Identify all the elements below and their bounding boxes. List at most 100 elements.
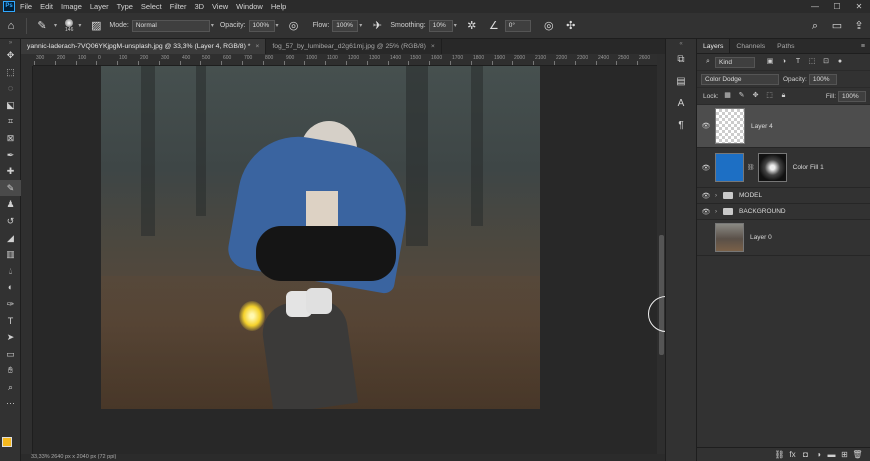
smoothing-field[interactable]: 10% <box>428 19 453 32</box>
eye-icon[interactable]: 👁︎ <box>697 164 715 172</box>
angle-field[interactable]: 0° <box>504 19 531 32</box>
marquee-tool-icon[interactable]: ⬚ <box>0 64 21 81</box>
symmetry-icon[interactable]: ✣ <box>563 18 579 34</box>
layer-opacity-field[interactable]: 100% <box>808 73 837 85</box>
clone-stamp-tool-icon[interactable]: ♟ <box>0 196 21 213</box>
new-layer-icon[interactable]: ⊞ <box>838 450 851 459</box>
healing-brush-tool-icon[interactable]: ✚ <box>0 163 21 180</box>
character-panel-icon[interactable]: A <box>666 93 696 115</box>
chevron-down-icon[interactable]: ▾ <box>276 22 279 29</box>
pixel-filter-icon[interactable]: ▣ <box>765 57 775 67</box>
crop-tool-icon[interactable]: ⌗ <box>0 113 21 130</box>
filter-toggle-icon[interactable]: ● <box>835 57 845 67</box>
search-icon[interactable]: ⌕ <box>807 18 823 34</box>
tab-paths[interactable]: Paths <box>771 39 800 53</box>
fx-icon[interactable]: fx <box>786 450 799 459</box>
canvas-area[interactable] <box>33 66 657 454</box>
minimize-button[interactable]: — <box>804 0 826 13</box>
chevron-right-icon[interactable]: › <box>715 193 723 199</box>
menu-file[interactable]: File <box>20 2 32 11</box>
panel-menu-icon[interactable]: ≡ <box>856 39 870 53</box>
layer-name[interactable]: Layer 0 <box>750 234 772 241</box>
hand-tool-icon[interactable]: ✋︎ <box>0 362 21 379</box>
lasso-tool-icon[interactable]: ◌ <box>0 80 21 97</box>
eye-icon[interactable]: 👁︎ <box>697 192 715 200</box>
kind-filter-select[interactable]: Kind <box>715 56 755 68</box>
object-select-tool-icon[interactable]: ⬕ <box>0 97 21 114</box>
eraser-tool-icon[interactable]: ◢ <box>0 230 21 247</box>
type-tool-icon[interactable]: T <box>0 313 21 330</box>
eye-hidden-icon[interactable]: 👁︎ <box>697 234 715 242</box>
trash-icon[interactable]: 🗑︎ <box>851 450 864 459</box>
menu-type[interactable]: Type <box>117 2 133 11</box>
tab-channels[interactable]: Channels <box>730 39 771 53</box>
layer-name[interactable]: Layer 4 <box>751 123 773 130</box>
eye-icon[interactable]: 👁︎ <box>697 122 715 130</box>
workspace-icon[interactable]: ▭ <box>829 18 845 34</box>
menu-view[interactable]: View <box>212 2 228 11</box>
layer-group-model[interactable]: 👁︎ › MODEL <box>697 188 870 204</box>
document-tab-active[interactable]: yannic-laderach-7VQ06YKjpgM-unsplash.jpg… <box>21 39 267 54</box>
layer-row-color-fill[interactable]: 👁︎ ⛓︎ Color Fill 1 <box>697 148 870 188</box>
pressure-opacity-icon[interactable]: ◎ <box>286 18 302 34</box>
menu-help[interactable]: Help <box>271 2 286 11</box>
collapse-icon[interactable]: « <box>666 39 696 49</box>
panel-collapse-icon[interactable]: » <box>0 39 21 47</box>
chevron-down-icon[interactable]: ▾ <box>211 22 214 29</box>
menu-filter[interactable]: Filter <box>170 2 187 11</box>
fill-color-thumbnail[interactable] <box>715 153 744 182</box>
paragraph-panel-icon[interactable]: ¶ <box>666 115 696 137</box>
menu-edit[interactable]: Edit <box>40 2 53 11</box>
link-layers-icon[interactable]: ⛓︎ <box>773 450 786 459</box>
adjustments-panel-icon[interactable]: ▤ <box>666 71 696 93</box>
gradient-tool-icon[interactable]: ▥ <box>0 246 21 263</box>
document-tab[interactable]: fog_57_by_lumibear_d2g61mj.jpg @ 25% (RG… <box>266 39 442 54</box>
brush-settings-icon[interactable]: ▨ <box>88 18 104 34</box>
history-panel-icon[interactable]: ⧉ <box>666 49 696 71</box>
layer-row-layer-4[interactable]: 👁︎ Layer 4 <box>697 105 870 148</box>
adjustment-layer-icon[interactable]: ◑ <box>812 450 825 459</box>
foreground-color-swatch[interactable] <box>2 437 12 447</box>
dodge-tool-icon[interactable]: ◐ <box>0 279 21 296</box>
shape-filter-icon[interactable]: ⬚ <box>807 57 817 67</box>
document-image[interactable] <box>101 66 540 409</box>
blur-tool-icon[interactable]: 💧︎ <box>0 263 21 280</box>
layer-name[interactable]: Color Fill 1 <box>793 164 824 171</box>
eye-icon[interactable]: 👁︎ <box>697 208 715 216</box>
move-tool-icon[interactable]: ✥ <box>0 47 21 64</box>
lock-pixels-icon[interactable]: ✎ <box>737 91 747 101</box>
new-group-icon[interactable]: ▬ <box>825 450 838 459</box>
group-name[interactable]: MODEL <box>739 192 762 199</box>
rectangle-tool-icon[interactable]: ▭ <box>0 346 21 363</box>
pen-tool-icon[interactable]: ✑ <box>0 296 21 313</box>
lock-artboard-icon[interactable]: ⬚ <box>765 91 775 101</box>
chevron-down-icon[interactable]: ▾ <box>454 22 457 29</box>
tab-layers[interactable]: Layers <box>697 39 731 53</box>
share-icon[interactable]: ⇪ <box>851 18 867 34</box>
fill-field[interactable]: 100% <box>838 90 866 102</box>
more-tools-icon[interactable]: ··· <box>0 395 21 412</box>
menu-layer[interactable]: Layer <box>90 2 109 11</box>
photoshop-logo-icon[interactable]: Ps <box>3 1 15 12</box>
home-icon[interactable]: ⌂ <box>3 18 19 34</box>
gear-icon[interactable]: ✲ <box>464 18 480 34</box>
smart-object-filter-icon[interactable]: ⊡ <box>821 57 831 67</box>
airbrush-icon[interactable]: ✈ <box>369 18 385 34</box>
vertical-ruler[interactable] <box>21 54 33 454</box>
close-tab-icon[interactable]: × <box>431 43 435 50</box>
menu-window[interactable]: Window <box>236 2 263 11</box>
add-mask-icon[interactable]: ◘ <box>799 450 812 459</box>
group-name[interactable]: BACKGROUND <box>739 208 786 215</box>
chevron-down-icon[interactable]: ▾ <box>54 22 57 29</box>
maximize-button[interactable]: ☐ <box>826 0 848 13</box>
scrollbar-thumb[interactable] <box>659 235 664 355</box>
lock-position-icon[interactable]: ✥ <box>751 91 761 101</box>
pressure-size-icon[interactable]: ◎ <box>541 18 557 34</box>
history-brush-tool-icon[interactable]: ↺ <box>0 213 21 230</box>
menu-3d[interactable]: 3D <box>194 2 204 11</box>
type-filter-icon[interactable]: T <box>793 57 803 67</box>
link-icon[interactable]: ⛓︎ <box>747 164 755 171</box>
mode-select[interactable]: Normal <box>131 19 210 32</box>
chevron-down-icon[interactable]: ▾ <box>78 22 81 29</box>
layer-mask-thumbnail[interactable] <box>757 153 787 182</box>
